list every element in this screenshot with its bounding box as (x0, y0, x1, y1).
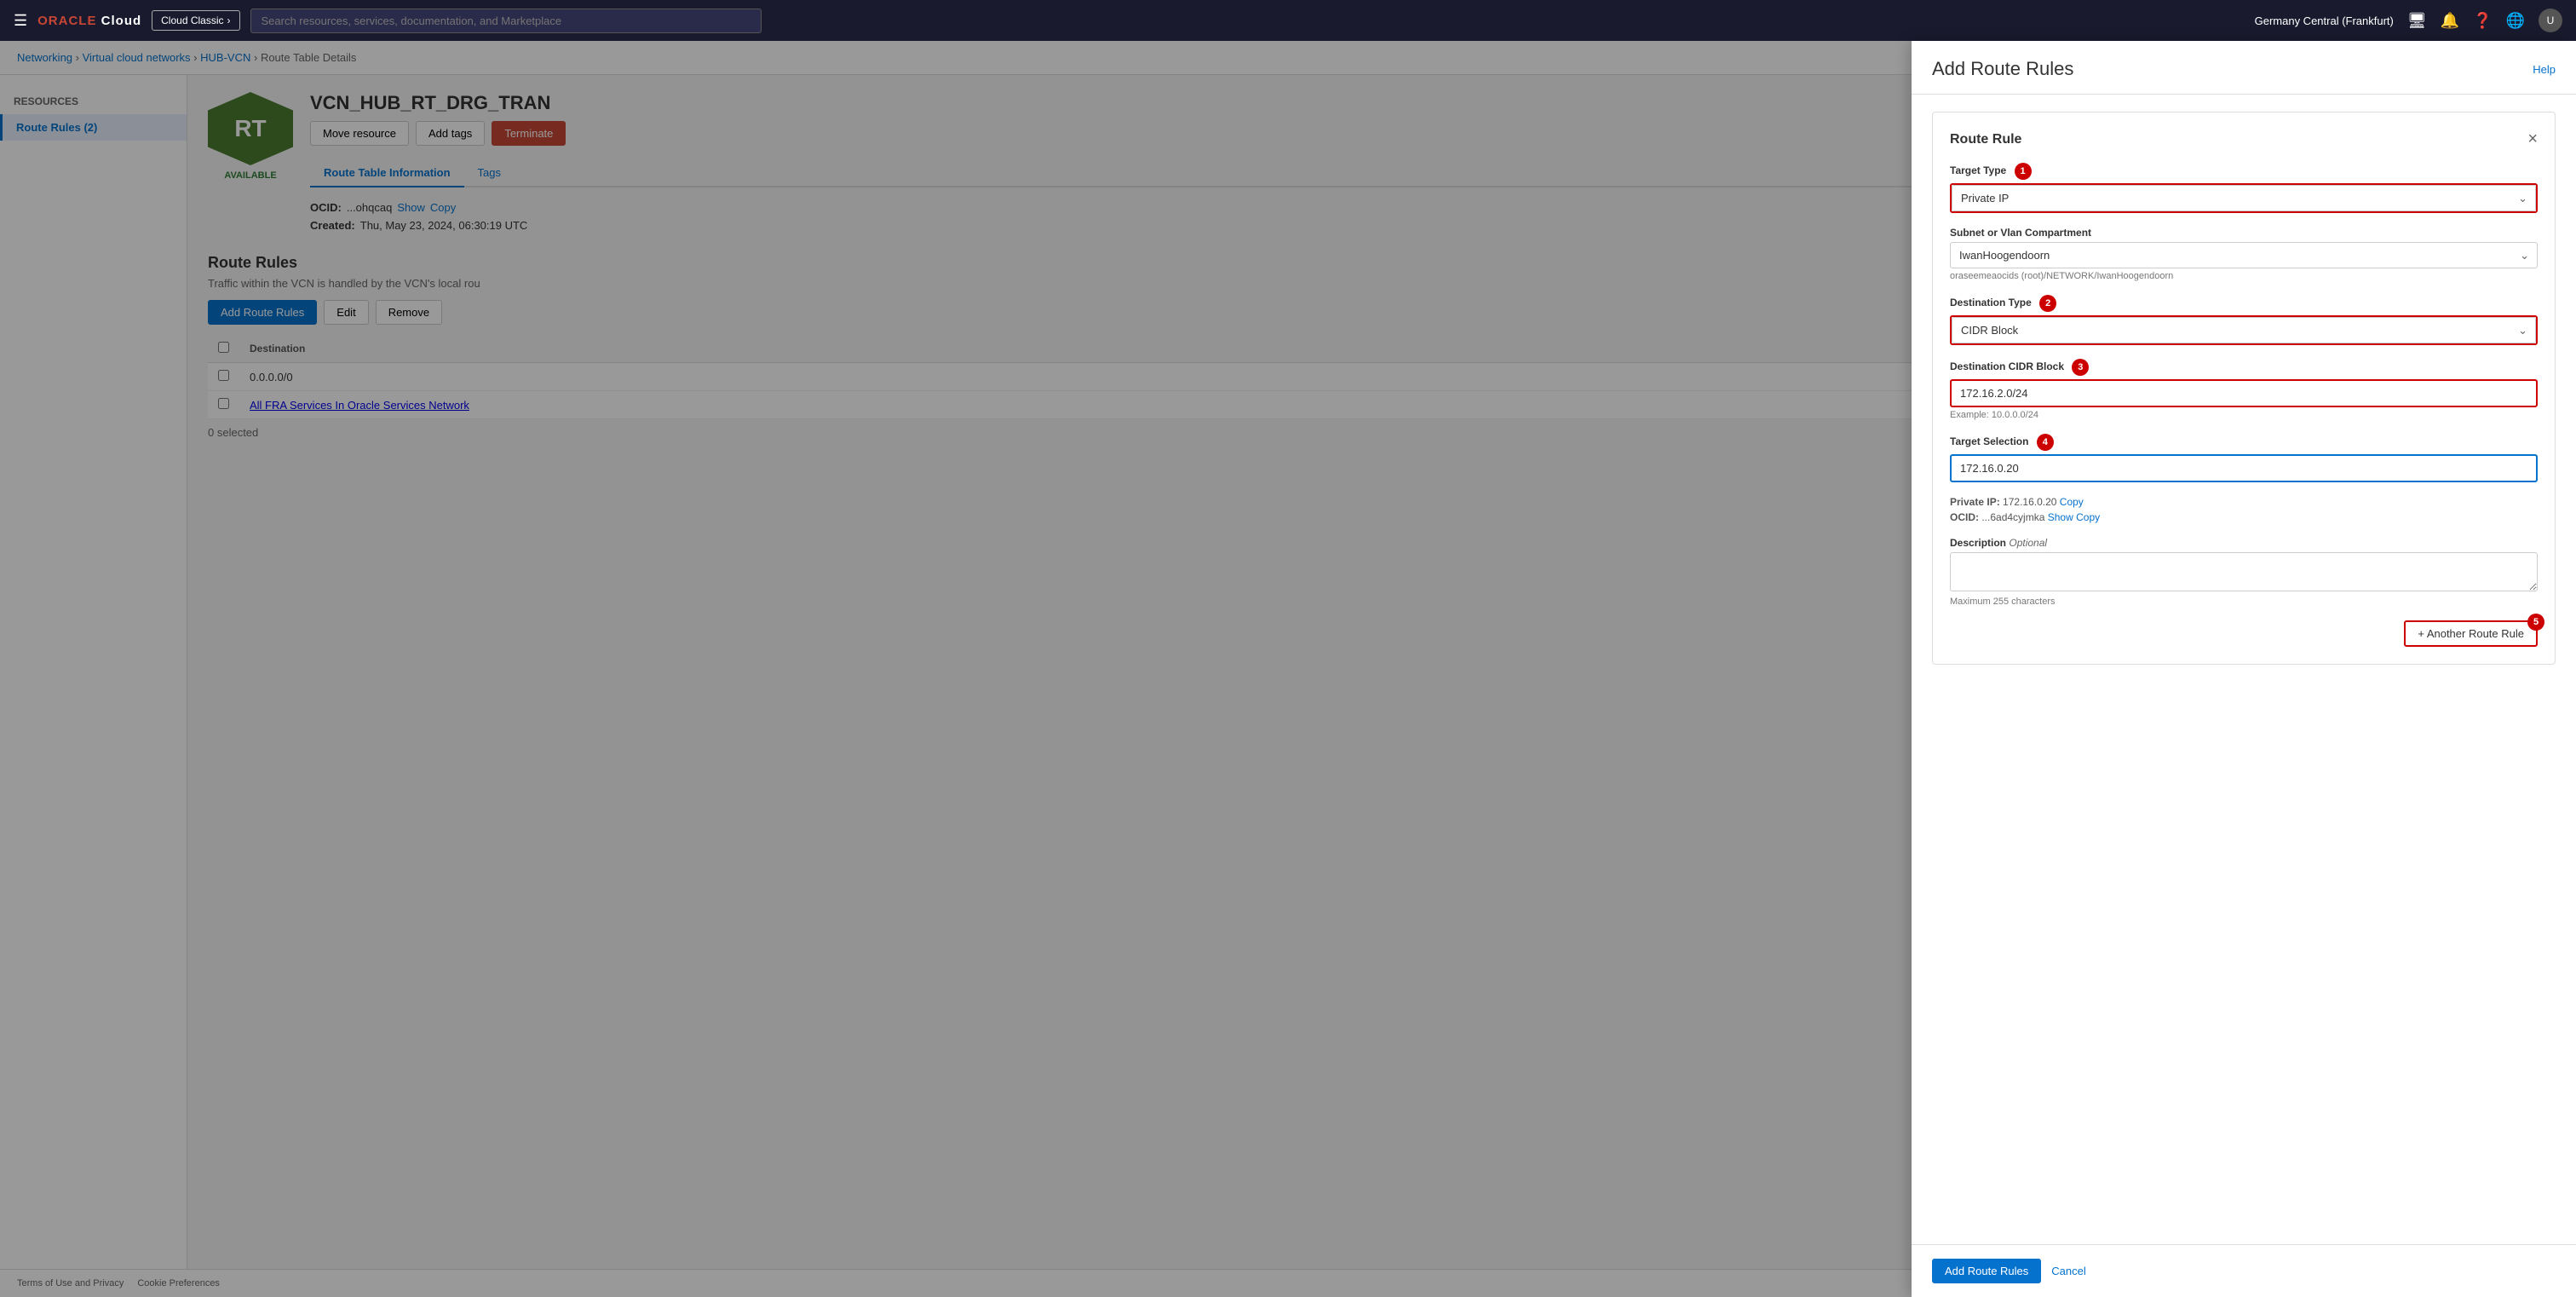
private-ip-line: Private IP: 172.16.0.20 Copy (1950, 496, 2538, 508)
description-group: Description Optional Maximum 255 charact… (1950, 537, 2538, 607)
avatar[interactable]: U (2539, 9, 2562, 32)
top-navigation: ☰ ORACLE Cloud Cloud Classic › Germany C… (0, 0, 2576, 41)
compartment-label: Subnet or Vlan Compartment (1950, 227, 2538, 239)
step-badge-3: 3 (2072, 359, 2089, 376)
rule-ocid-value: ...6ad4cyjmka (1981, 511, 2044, 523)
description-hint: Maximum 255 characters (1950, 597, 2538, 607)
private-ip-copy-link[interactable]: Copy (2060, 496, 2084, 508)
oracle-text: ORACLE (37, 14, 96, 28)
compartment-wrapper: IwanHoogendoorn (1950, 242, 2538, 268)
panel-body: Route Rule × Target Type 1 Private IP Su… (1912, 95, 2576, 1244)
target-type-group: Target Type 1 Private IP (1950, 163, 2538, 213)
compartment-group: Subnet or Vlan Compartment IwanHoogendoo… (1950, 227, 2538, 281)
hamburger-icon[interactable]: ☰ (14, 12, 27, 30)
panel-add-route-rules-button[interactable]: Add Route Rules (1932, 1259, 2041, 1283)
monitor-icon[interactable]: 🖥 (2407, 12, 2427, 30)
rule-card-title: Route Rule (1950, 132, 2021, 147)
private-ip-label: Private IP: (1950, 496, 2000, 508)
ocid-info-line: OCID: ...6ad4cyjmka Show Copy (1950, 511, 2538, 523)
cloud-classic-button[interactable]: Cloud Classic › (152, 10, 239, 31)
private-ip-value: 172.16.0.20 (2003, 496, 2056, 508)
description-input[interactable] (1950, 552, 2538, 591)
step-badge-5: 5 (2527, 614, 2544, 631)
another-route-rule-button[interactable]: + Another Route Rule 5 (2404, 620, 2538, 647)
help-icon[interactable]: ❓ (2473, 12, 2492, 30)
step-badge-1: 1 (2015, 163, 2032, 180)
nav-right: Germany Central (Frankfurt) 🖥 🔔 ❓ 🌐 U (2255, 9, 2562, 32)
destination-cidr-hint: Example: 10.0.0.0/24 (1950, 410, 2538, 420)
panel-cancel-button[interactable]: Cancel (2051, 1265, 2085, 1277)
destination-cidr-input[interactable] (1950, 379, 2538, 407)
target-type-wrapper: Private IP (1950, 183, 2538, 213)
oracle-logo: ORACLE Cloud (37, 14, 141, 28)
target-selection-group: Target Selection 4 (1950, 434, 2538, 482)
bell-icon[interactable]: 🔔 (2441, 12, 2459, 30)
target-type-label: Target Type 1 (1950, 163, 2538, 180)
step-badge-2: 2 (2039, 295, 2056, 312)
description-label: Description Optional (1950, 537, 2538, 549)
description-optional: Optional (2009, 537, 2047, 549)
panel-help-link[interactable]: Help (2533, 63, 2556, 76)
destination-cidr-group: Destination CIDR Block 3 Example: 10.0.0… (1950, 359, 2538, 420)
destination-cidr-label: Destination CIDR Block 3 (1950, 359, 2538, 376)
globe-icon[interactable]: 🌐 (2506, 12, 2525, 30)
compartment-hint: oraseemeaocids (root)/NETWORK/IwanHoogen… (1950, 271, 2538, 281)
rule-card-header: Route Rule × (1950, 130, 2538, 149)
panel-title: Add Route Rules (1932, 58, 2073, 80)
target-selection-input[interactable] (1950, 454, 2538, 482)
route-rule-card: Route Rule × Target Type 1 Private IP Su… (1932, 112, 2556, 665)
close-rule-button[interactable]: × (2527, 130, 2538, 149)
compartment-select[interactable]: IwanHoogendoorn (1950, 242, 2538, 268)
side-panel: Add Route Rules Help Route Rule × Target… (1912, 41, 2576, 1297)
destination-type-wrapper: CIDR Block (1950, 315, 2538, 345)
target-selection-label: Target Selection 4 (1950, 434, 2538, 451)
panel-footer: Add Route Rules Cancel (1912, 1244, 2576, 1297)
destination-type-group: Destination Type 2 CIDR Block (1950, 295, 2538, 345)
region-selector[interactable]: Germany Central (Frankfurt) (2255, 14, 2394, 27)
search-input[interactable] (250, 9, 762, 33)
destination-type-select[interactable]: CIDR Block (1952, 317, 2536, 343)
panel-header: Add Route Rules Help (1912, 41, 2576, 95)
destination-type-label: Destination Type 2 (1950, 295, 2538, 312)
chevron-right-icon: › (227, 14, 231, 26)
rule-ocid-label: OCID: (1950, 511, 1979, 523)
step-badge-4: 4 (2037, 434, 2054, 451)
rule-ocid-copy-link[interactable]: Copy (2076, 511, 2100, 523)
another-rule-label: + Another Route Rule (2418, 627, 2524, 640)
rule-ocid-show-link[interactable]: Show (2048, 511, 2073, 523)
target-type-select[interactable]: Private IP (1952, 185, 2536, 211)
